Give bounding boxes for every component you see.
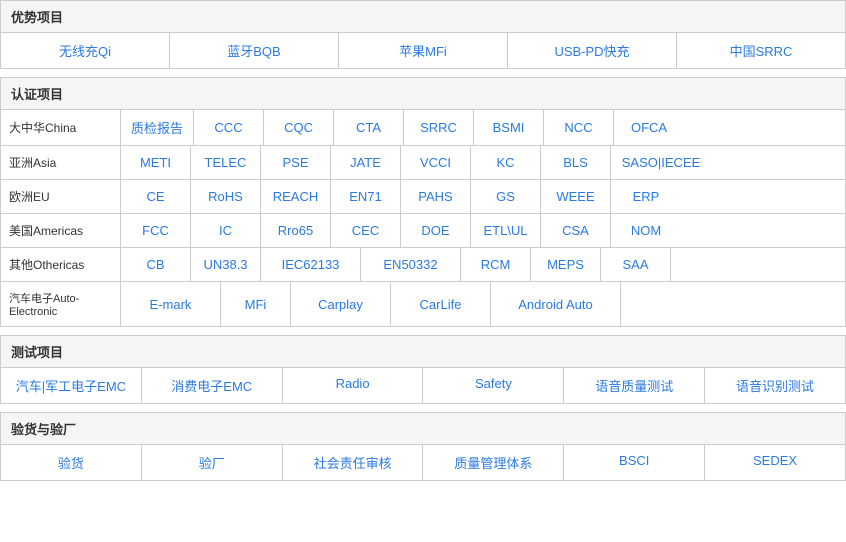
cert-cell-3-2[interactable]: Rro65 xyxy=(261,214,331,247)
cert-cell-4-2[interactable]: IEC62133 xyxy=(261,248,361,281)
cert-cell-3-4[interactable]: DOE xyxy=(401,214,471,247)
cert-row-2: 欧洲EU CE RoHS REACH EN71 PAHS GS WEEE ERP xyxy=(1,180,845,214)
cert-cell-3-0[interactable]: FCC xyxy=(121,214,191,247)
cert-cell-2-2[interactable]: REACH xyxy=(261,180,331,213)
cert-cell-2-4[interactable]: PAHS xyxy=(401,180,471,213)
inspection-section: 验货与验厂 验货 验厂 社会责任审核 质量管理体系 BSCI SEDEX xyxy=(0,412,846,481)
test-header: 测试项目 xyxy=(1,336,845,368)
inspection-header: 验货与验厂 xyxy=(1,413,845,445)
cert-cell-2-0[interactable]: CE xyxy=(121,180,191,213)
cert-cell-4-3[interactable]: EN50332 xyxy=(361,248,461,281)
cert-cell-1-2[interactable]: PSE xyxy=(261,146,331,179)
advantage-header: 优势项目 xyxy=(1,1,845,33)
advantage-item-2[interactable]: 苹果MFi xyxy=(339,33,508,68)
inspection-item-3[interactable]: 质量管理体系 xyxy=(423,445,564,480)
cert-cells-0: 质检报告 CCC CQC CTA SRRC BSMI NCC OFCA xyxy=(121,110,845,145)
cert-cell-2-6[interactable]: WEEE xyxy=(541,180,611,213)
advantage-row: 无线充Qi 蓝牙BQB 苹果MFi USB-PD快充 中国SRRC xyxy=(1,33,845,68)
cert-cells-5: E-mark MFi Carplay CarLife Android Auto xyxy=(121,282,845,326)
cert-cells-1: METI TELEC PSE JATE VCCI KC BLS SASO|IEC… xyxy=(121,146,845,179)
inspection-row: 验货 验厂 社会责任审核 质量管理体系 BSCI SEDEX xyxy=(1,445,845,480)
cert-cell-3-5[interactable]: ETL\UL xyxy=(471,214,541,247)
cert-cell-0-2[interactable]: CQC xyxy=(264,110,334,145)
cert-row-5: 汽车电子Auto-Electronic E-mark MFi Carplay C… xyxy=(1,282,845,326)
advantage-section: 优势项目 无线充Qi 蓝牙BQB 苹果MFi USB-PD快充 中国SRRC xyxy=(0,0,846,69)
cert-cell-2-3[interactable]: EN71 xyxy=(331,180,401,213)
cert-cell-1-0[interactable]: METI xyxy=(121,146,191,179)
cert-cell-1-3[interactable]: JATE xyxy=(331,146,401,179)
cert-cell-1-5[interactable]: KC xyxy=(471,146,541,179)
cert-cell-5-4[interactable]: Android Auto xyxy=(491,282,621,326)
cert-cell-3-7[interactable]: NOM xyxy=(611,214,681,247)
cert-cell-1-7[interactable]: SASO|IECEE xyxy=(611,146,711,179)
test-row: 汽车|军工电子EMC 消费电子EMC Radio Safety 语音质量测试 语… xyxy=(1,368,845,403)
advantage-item-4[interactable]: 中国SRRC xyxy=(677,33,845,68)
cert-cell-2-5[interactable]: GS xyxy=(471,180,541,213)
cert-cell-5-2[interactable]: Carplay xyxy=(291,282,391,326)
inspection-item-1[interactable]: 验厂 xyxy=(142,445,283,480)
cert-cell-0-0[interactable]: 质检报告 xyxy=(121,110,194,145)
cert-label-2: 欧洲EU xyxy=(1,180,121,213)
inspection-item-2[interactable]: 社会责任审核 xyxy=(283,445,424,480)
cert-row-3: 美国Americas FCC IC Rro65 CEC DOE ETL\UL C… xyxy=(1,214,845,248)
cert-cell-4-1[interactable]: UN38.3 xyxy=(191,248,261,281)
cert-cell-0-1[interactable]: CCC xyxy=(194,110,264,145)
cert-cell-1-4[interactable]: VCCI xyxy=(401,146,471,179)
cert-label-1: 亚洲Asia xyxy=(1,146,121,179)
cert-cell-1-6[interactable]: BLS xyxy=(541,146,611,179)
cert-cell-0-7[interactable]: OFCA xyxy=(614,110,684,145)
inspection-item-0[interactable]: 验货 xyxy=(1,445,142,480)
cert-cell-0-3[interactable]: CTA xyxy=(334,110,404,145)
cert-label-4: 其他Othericas xyxy=(1,248,121,281)
inspection-item-5[interactable]: SEDEX xyxy=(705,445,845,480)
cert-label-0: 大中华China xyxy=(1,110,121,145)
cert-cell-4-0[interactable]: CB xyxy=(121,248,191,281)
test-item-0[interactable]: 汽车|军工电子EMC xyxy=(1,368,142,403)
test-section: 测试项目 汽车|军工电子EMC 消费电子EMC Radio Safety 语音质… xyxy=(0,335,846,404)
cert-cell-5-3[interactable]: CarLife xyxy=(391,282,491,326)
cert-label-3: 美国Americas xyxy=(1,214,121,247)
cert-cell-4-5[interactable]: MEPS xyxy=(531,248,601,281)
cert-cell-5-1[interactable]: MFi xyxy=(221,282,291,326)
cert-row-4: 其他Othericas CB UN38.3 IEC62133 EN50332 R… xyxy=(1,248,845,282)
test-item-3[interactable]: Safety xyxy=(423,368,564,403)
cert-cell-2-7[interactable]: ERP xyxy=(611,180,681,213)
cert-cell-3-3[interactable]: CEC xyxy=(331,214,401,247)
advantage-item-3[interactable]: USB-PD快充 xyxy=(508,33,677,68)
cert-cells-3: FCC IC Rro65 CEC DOE ETL\UL CSA NOM xyxy=(121,214,845,247)
inspection-item-4[interactable]: BSCI xyxy=(564,445,705,480)
cert-label-5: 汽车电子Auto-Electronic xyxy=(1,282,121,326)
cert-cells-2: CE RoHS REACH EN71 PAHS GS WEEE ERP xyxy=(121,180,845,213)
cert-cell-5-0[interactable]: E-mark xyxy=(121,282,221,326)
cert-cells-4: CB UN38.3 IEC62133 EN50332 RCM MEPS SAA xyxy=(121,248,845,281)
advantage-item-0[interactable]: 无线充Qi xyxy=(1,33,170,68)
cert-cell-4-4[interactable]: RCM xyxy=(461,248,531,281)
cert-cell-0-5[interactable]: BSMI xyxy=(474,110,544,145)
cert-cell-0-4[interactable]: SRRC xyxy=(404,110,474,145)
cert-cell-4-7 xyxy=(671,248,741,281)
cert-cell-3-1[interactable]: IC xyxy=(191,214,261,247)
advantage-item-1[interactable]: 蓝牙BQB xyxy=(170,33,339,68)
cert-cell-4-6[interactable]: SAA xyxy=(601,248,671,281)
cert-cell-1-1[interactable]: TELEC xyxy=(191,146,261,179)
cert-cell-2-1[interactable]: RoHS xyxy=(191,180,261,213)
cert-cell-3-6[interactable]: CSA xyxy=(541,214,611,247)
certification-section: 认证项目 大中华China 质检报告 CCC CQC CTA SRRC BSMI… xyxy=(0,77,846,327)
cert-cell-0-6[interactable]: NCC xyxy=(544,110,614,145)
test-item-1[interactable]: 消费电子EMC xyxy=(142,368,283,403)
cert-cell-5-5 xyxy=(621,282,845,326)
test-item-5[interactable]: 语音识别测试 xyxy=(705,368,845,403)
cert-row-0: 大中华China 质检报告 CCC CQC CTA SRRC BSMI NCC … xyxy=(1,110,845,146)
cert-row-1: 亚洲Asia METI TELEC PSE JATE VCCI KC BLS S… xyxy=(1,146,845,180)
test-item-2[interactable]: Radio xyxy=(283,368,424,403)
test-item-4[interactable]: 语音质量测试 xyxy=(564,368,705,403)
certification-header: 认证项目 xyxy=(1,78,845,110)
